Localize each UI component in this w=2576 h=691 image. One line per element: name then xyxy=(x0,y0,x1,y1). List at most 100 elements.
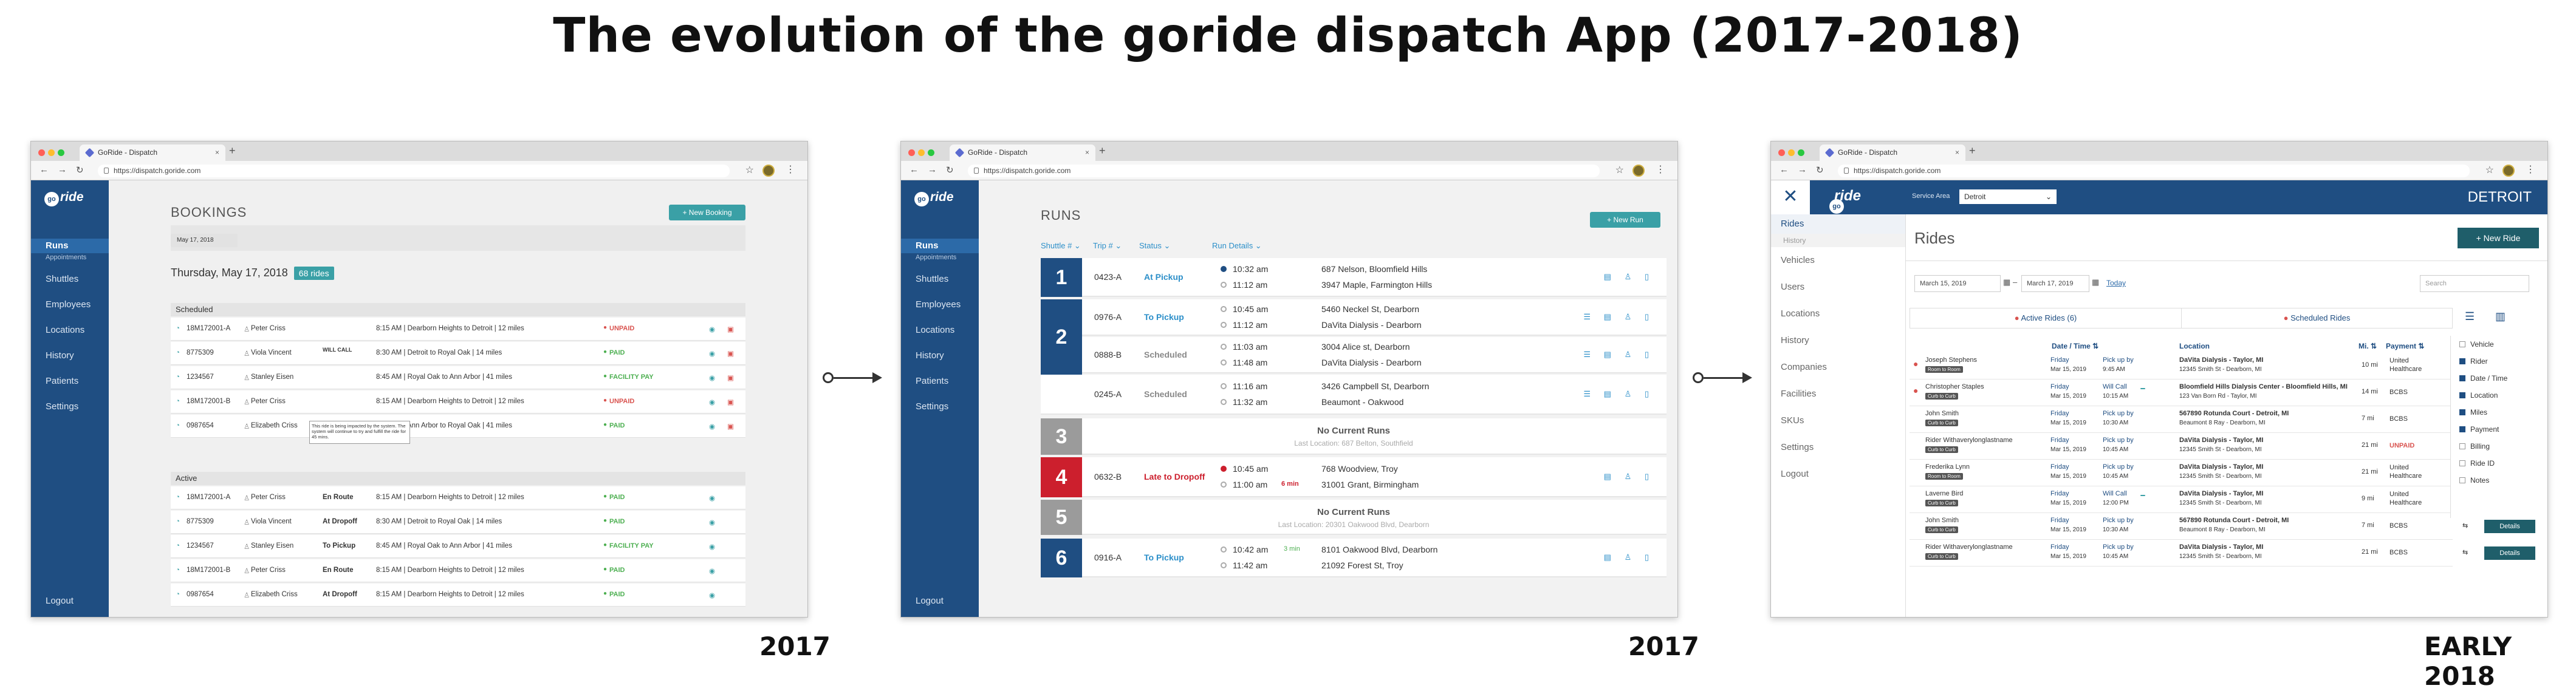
column-option[interactable]: Vehicle xyxy=(2451,336,2547,353)
view-icon[interactable]: ◉ xyxy=(709,518,715,526)
forward-icon[interactable]: → xyxy=(928,165,937,175)
sidebar-item-history[interactable]: History xyxy=(901,343,979,369)
sidebar-item-runs[interactable]: Runs xyxy=(31,239,109,253)
sidebar-item-settings[interactable]: Settings xyxy=(1771,434,1905,461)
sidebar-item-companies[interactable]: Companies xyxy=(1771,354,1905,381)
table-row[interactable]: ◔ 18M172001-A ♙ Peter Criss 8:15 AM | Dearbo… xyxy=(171,318,745,341)
sidebar-item-shuttles[interactable]: Shuttles xyxy=(31,267,109,292)
run-row[interactable]: 6 0916-A To Pickup 10:42 am 11:42 am 3 min 810… xyxy=(1041,539,1667,577)
profile-avatar[interactable] xyxy=(1632,165,1645,177)
table-row[interactable]: ◔ 1234567 ♙ Stanley Eisen To Pickup 8:45 AM |… xyxy=(171,535,745,558)
view-icon[interactable]: ◉ xyxy=(709,422,715,431)
sidebar-item-skus[interactable]: SKUs xyxy=(1771,407,1905,434)
column-option[interactable]: Miles xyxy=(2451,404,2547,421)
sidebar-item-vehicles[interactable]: Vehicles xyxy=(1771,247,1905,274)
view-icon[interactable]: ◉ xyxy=(709,349,715,358)
back-icon[interactable]: ← xyxy=(39,165,49,175)
sidebar-item-runs[interactable]: Runs xyxy=(901,239,979,253)
table-row[interactable]: John SmithAmbulatoryCurb to CurbFridayMa… xyxy=(1910,406,2453,433)
sidebar-item-history[interactable]: History xyxy=(31,343,109,369)
new-tab-button[interactable]: + xyxy=(229,145,236,157)
run-row[interactable]: 0245-A Scheduled 11:16 am 11:32 am 3426 Camp… xyxy=(1041,375,1667,415)
column-option[interactable]: Billing xyxy=(2451,438,2547,455)
table-row[interactable]: ◔ 8775309 ♙ Viola Vincent WILL CALL 8:30 AM |… xyxy=(171,342,745,365)
view-icon[interactable]: ◉ xyxy=(709,325,715,333)
reload-icon[interactable]: ↻ xyxy=(1816,165,1824,175)
column-option[interactable]: Date / Time xyxy=(2451,370,2547,387)
logout-link[interactable]: Logout xyxy=(46,596,74,606)
close-icon[interactable]: ✕ xyxy=(1771,180,1810,214)
reload-icon[interactable]: ↻ xyxy=(76,165,84,175)
new-run-button[interactable]: + New Run xyxy=(1590,212,1660,228)
col-payment[interactable]: Payment ⇅ xyxy=(2386,342,2424,350)
reassign-icon[interactable]: ⇆ xyxy=(2462,548,2468,556)
profile-avatar[interactable] xyxy=(2502,165,2515,177)
window-controls[interactable] xyxy=(908,148,937,159)
table-row[interactable]: ◔ 0987654 ♙ Elizabeth Criss 8:45 AM | Ann Ar… xyxy=(171,415,745,438)
table-row[interactable]: ●Christopher StaplesWheelchairCurb to Cu… xyxy=(1910,380,2453,406)
new-booking-button[interactable]: + New Booking xyxy=(669,205,745,220)
tab-scheduled-rides[interactable]: ● Scheduled Rides xyxy=(2181,308,2452,328)
view-icon[interactable]: ◉ xyxy=(709,398,715,406)
column-option[interactable]: Notes xyxy=(2451,472,2547,489)
col-date-time[interactable]: Date / Time ⇅ xyxy=(2052,342,2098,350)
checkbox[interactable] xyxy=(2459,460,2465,466)
new-tab-button[interactable]: + xyxy=(1969,145,1976,157)
url-field[interactable]: https://dispatch.goride.com xyxy=(98,165,730,177)
sidebar-item-patients[interactable]: Patients xyxy=(31,369,109,394)
sidebar-item-employees[interactable]: Employees xyxy=(901,292,979,318)
table-row[interactable]: Frederika LynnAmbulatoryRoom to RoomFrid… xyxy=(1910,460,2468,486)
browser-tab[interactable]: GoRide - Dispatch × xyxy=(950,145,1095,161)
sidebar-item-shuttles[interactable]: Shuttles xyxy=(901,267,979,292)
run-row[interactable]: 0976-A To Pickup 10:45 am 11:12 am 5460 Neck… xyxy=(1041,299,1667,336)
forward-icon[interactable]: → xyxy=(58,165,67,175)
browser-menu-icon[interactable]: ⋮ xyxy=(786,163,795,175)
sidebar-item-users[interactable]: Users xyxy=(1771,274,1905,301)
view-icon[interactable]: ◉ xyxy=(709,373,715,382)
sidebar-item-settings[interactable]: Settings xyxy=(901,394,979,420)
run-actions[interactable]: ☰ ▤ ♙ ▯ xyxy=(1583,312,1654,322)
table-row[interactable]: ◔ 0987654 ♙ Elizabeth Criss At Dropoff 8:15 A… xyxy=(171,584,745,607)
checkbox[interactable] xyxy=(2459,443,2465,449)
sidebar-item-locations[interactable]: Locations xyxy=(31,318,109,343)
service-area-select[interactable]: Detroit ⌄ xyxy=(1959,189,2057,204)
delete-icon[interactable]: ▣ xyxy=(727,422,734,431)
list-view-icon[interactable]: ☰ xyxy=(2465,310,2475,323)
view-icon[interactable]: ◉ xyxy=(709,494,715,502)
column-option[interactable]: Rider xyxy=(2451,353,2547,370)
back-icon[interactable]: ← xyxy=(1780,165,1789,175)
date-to-input[interactable]: March 17, 2019 xyxy=(2021,275,2089,292)
reassign-icon[interactable]: ⇆ xyxy=(2462,522,2468,529)
run-row[interactable]: 5 No Current Runs Last Location: 20301 Oak… xyxy=(1041,500,1667,535)
browser-menu-icon[interactable]: ⋮ xyxy=(1656,163,1665,175)
run-row[interactable]: 1 0423-A At Pickup 10:32 am 11:12 am 687 Nels… xyxy=(1041,258,1667,297)
run-actions[interactable]: ▤ ♙ ▯ xyxy=(1604,553,1654,562)
profile-avatar[interactable] xyxy=(762,165,775,177)
checkbox[interactable] xyxy=(2459,341,2465,347)
view-icon[interactable]: ◉ xyxy=(709,591,715,599)
sidebar-item-locations[interactable]: Locations xyxy=(901,318,979,343)
bookmark-star-icon[interactable]: ☆ xyxy=(1615,164,1624,176)
run-actions[interactable]: ▤ ♙ ▯ xyxy=(1604,272,1654,282)
bookmark-star-icon[interactable]: ☆ xyxy=(2485,164,2494,176)
sidebar-item-logout[interactable]: Logout xyxy=(1771,461,1905,488)
table-row[interactable]: ◔ 18M172001-A ♙ Peter Criss En Route 8:15 AM … xyxy=(171,486,745,509)
today-link[interactable]: Today xyxy=(2106,279,2126,287)
column-option[interactable]: Location xyxy=(2451,387,2547,404)
url-field[interactable]: https://dispatch.goride.com xyxy=(968,165,1600,177)
sidebar-item-rides[interactable]: Rides xyxy=(1771,214,1905,234)
checkbox[interactable] xyxy=(2459,392,2465,398)
bookmark-star-icon[interactable]: ☆ xyxy=(745,164,754,176)
col-miles[interactable]: Mi. ⇅ xyxy=(2358,342,2377,350)
table-row[interactable]: Laverne BirdAmbulatoryCurb to CurbFriday… xyxy=(1910,486,2468,513)
run-actions[interactable]: ☰ ▤ ♙ ▯ xyxy=(1583,350,1654,359)
details-button[interactable]: Details xyxy=(2484,546,2535,560)
delete-icon[interactable]: ▣ xyxy=(727,349,734,358)
url-field[interactable]: https://dispatch.goride.com xyxy=(1838,165,2470,177)
browser-menu-icon[interactable]: ⋮ xyxy=(2526,163,2535,175)
table-row[interactable]: John SmithAmbulatoryCurb to CurbFridayMa… xyxy=(1910,513,2468,540)
sidebar-item-facilities[interactable]: Facilities xyxy=(1771,381,1905,407)
run-row[interactable]: 3 No Current Runs Last Location: 687 Belto… xyxy=(1041,418,1667,455)
logout-link[interactable]: Logout xyxy=(916,596,944,606)
table-row[interactable]: ◔ 1234567 ♙ Stanley Eisen 8:45 AM | Royal Oa… xyxy=(171,366,745,389)
